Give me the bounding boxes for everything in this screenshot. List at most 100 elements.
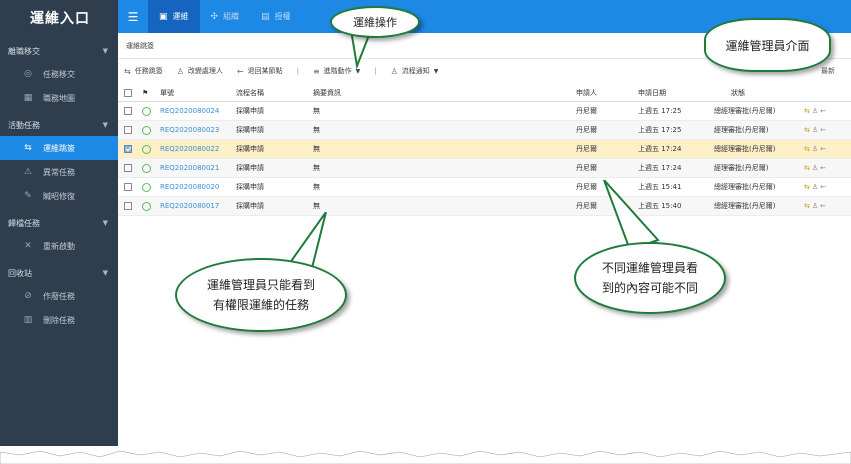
toolbar-label: 退回某節點 bbox=[247, 67, 283, 75]
task-status: 經理審批(丹尼爾) bbox=[714, 126, 769, 134]
row-actions: ⇆ ♙ ← bbox=[804, 159, 828, 177]
arrow-left-icon[interactable]: ← bbox=[820, 183, 828, 191]
user-icon[interactable]: ♙ bbox=[812, 183, 820, 191]
user-icon[interactable]: ♙ bbox=[812, 145, 820, 153]
task-jump-button[interactable]: ⇆ 任務跳簽 bbox=[124, 66, 163, 76]
user-icon: ♙ bbox=[390, 66, 398, 76]
user-icon[interactable]: ♙ bbox=[812, 202, 820, 210]
process-notify-dropdown[interactable]: ♙ 流程通知 ▼ bbox=[391, 66, 439, 76]
summary-info: 無 bbox=[313, 145, 320, 153]
callout-text: 到的內容可能不同 bbox=[601, 281, 698, 295]
task-number-link[interactable]: REQ2020080020 bbox=[160, 178, 219, 196]
task-status: 總經理審批(丹尼爾) bbox=[714, 202, 776, 210]
header-status[interactable]: 狀態 bbox=[731, 84, 745, 101]
callout-difference: 不同運維管理員看 到的內容可能不同 bbox=[574, 242, 726, 314]
menu-icon[interactable]: ☰ bbox=[118, 10, 148, 24]
chevron-down-icon: ▼ bbox=[102, 121, 108, 129]
jump-icon[interactable]: ⇆ bbox=[804, 126, 812, 134]
arrow-left-icon: ← bbox=[236, 66, 244, 76]
jump-icon[interactable]: ⇆ bbox=[804, 107, 812, 115]
sidebar-group-recycle[interactable]: 回收站 ▼ bbox=[0, 262, 118, 284]
sidebar-item-task-handover[interactable]: ◎ 任務移交 bbox=[0, 62, 118, 86]
change-handler-button[interactable]: ♙ 改變處理人 bbox=[177, 66, 223, 76]
refresh-button[interactable]: 最新 bbox=[821, 66, 835, 76]
table-row[interactable]: REQ2020080017 採購申請無丹尼爾 上週五 15:40 總經理審批(丹尼爾)… bbox=[118, 197, 851, 216]
header-no[interactable]: 單號 bbox=[160, 84, 174, 101]
task-number-link[interactable]: REQ2020080022 bbox=[160, 140, 219, 158]
user-icon[interactable]: ♙ bbox=[812, 164, 820, 172]
breadcrumb-label: 運維跳簽 bbox=[126, 41, 154, 50]
sidebar-item-label: 贓昭修復 bbox=[43, 191, 75, 201]
table-row[interactable]: REQ2020080023 採購申請 無 丹尼爾 上週五 17:25 經理審批(丹尼爾) ⇆… bbox=[118, 121, 851, 140]
task-status: 總經理審批(丹尼爾) bbox=[714, 107, 776, 115]
tab-ops[interactable]: ▣ 運維 bbox=[148, 0, 200, 33]
sidebar-item-restart[interactable]: ✕ 重新啟動 bbox=[0, 234, 118, 258]
row-checkbox[interactable] bbox=[124, 159, 132, 177]
applicant: 丹尼爾 bbox=[576, 107, 597, 115]
task-table: ⚑ 單號 流程名稱 摘要資訊 申請人 申請日期 狀態 REQ2020080024… bbox=[118, 84, 851, 216]
sidebar: 運維入口 離職移交 ▼ ◎ 任務移交 ▦ 職務地圖 活動任務 ▼ ⇆ 運維跳簽 … bbox=[0, 0, 118, 450]
sidebar-group-label: 歸檔任務 bbox=[8, 218, 40, 228]
sidebar-item-abnormal-tasks[interactable]: ⚠ 異常任務 bbox=[0, 160, 118, 184]
sidebar-group-active-tasks[interactable]: 活動任務 ▼ bbox=[0, 114, 118, 136]
summary-info: 無 bbox=[313, 164, 320, 172]
row-actions: ⇆ ♙ ← bbox=[804, 102, 828, 120]
task-number-link[interactable]: REQ2020080021 bbox=[160, 159, 219, 177]
sidebar-item-label: 重新啟動 bbox=[43, 241, 75, 251]
row-checkbox[interactable] bbox=[124, 178, 132, 196]
user-icon[interactable]: ♙ bbox=[812, 107, 820, 115]
sidebar-item-delete-tasks[interactable]: ▥ 刪除任務 bbox=[0, 308, 118, 332]
sidebar-item-ops-jump[interactable]: ⇆ 運維跳簽 bbox=[0, 136, 118, 160]
task-number-link[interactable]: REQ2020080017 bbox=[160, 197, 219, 215]
arrow-left-icon[interactable]: ← bbox=[820, 126, 828, 134]
toolbar-label: 改變處理人 bbox=[187, 67, 223, 75]
jump-icon[interactable]: ⇆ bbox=[804, 183, 812, 191]
arrow-left-icon[interactable]: ← bbox=[820, 107, 828, 115]
jump-icon[interactable]: ⇆ bbox=[804, 145, 812, 153]
header-process[interactable]: 流程名稱 bbox=[236, 84, 264, 101]
arrow-left-icon[interactable]: ← bbox=[820, 145, 828, 153]
row-actions: ⇆ ♙ ← bbox=[804, 140, 828, 158]
row-checkbox[interactable] bbox=[124, 121, 132, 139]
row-checkbox[interactable] bbox=[124, 102, 132, 120]
task-status: 總經理審批(丹尼爾) bbox=[714, 183, 776, 191]
task-status: 總經理審批(丹尼爾) bbox=[714, 145, 776, 153]
tab-org[interactable]: ✣ 組織 bbox=[200, 0, 251, 33]
header-date[interactable]: 申請日期 bbox=[638, 84, 666, 101]
user-icon[interactable]: ♙ bbox=[812, 126, 820, 134]
task-number-link[interactable]: REQ2020080023 bbox=[160, 121, 219, 139]
table-row[interactable]: REQ2020080020 採購申請無丹尼爾 上週五 15:41 總經理審批(丹尼爾)… bbox=[118, 178, 851, 197]
sidebar-item-void-tasks[interactable]: ⊘ 作廢任務 bbox=[0, 284, 118, 308]
sidebar-group-archived[interactable]: 歸檔任務 ▼ bbox=[0, 212, 118, 234]
row-checkbox[interactable] bbox=[124, 140, 132, 158]
table-row[interactable]: REQ2020080021 採購申請 無 丹尼爾 上週五 17:24 經理審批(丹尼爾) ⇆… bbox=[118, 159, 851, 178]
dashboard-icon: ▣ bbox=[159, 11, 168, 22]
divider: | bbox=[296, 67, 299, 75]
sidebar-group-handover[interactable]: 離職移交 ▼ bbox=[0, 40, 118, 62]
sidebar-item-label: 運維跳簽 bbox=[43, 143, 75, 153]
task-number-link[interactable]: REQ2020080024 bbox=[160, 102, 219, 120]
callout-text: 不同運維管理員看 bbox=[601, 261, 698, 275]
table-row[interactable]: REQ2020080022 採購申請 無 丹尼爾 上週五 17:24 總經理審批(丹尼爾)… bbox=[118, 140, 851, 159]
caret-down-icon: ▼ bbox=[433, 67, 439, 75]
callout-text: 有權限運維的任務 bbox=[212, 298, 309, 312]
header-applicant[interactable]: 申請人 bbox=[576, 84, 597, 101]
sidebar-item-repair[interactable]: ✎ 贓昭修復 bbox=[0, 184, 118, 208]
tab-label: 組織 bbox=[223, 12, 240, 21]
select-all-checkbox[interactable] bbox=[124, 84, 132, 101]
callout-text: 運維管理員介面 bbox=[725, 38, 810, 53]
sidebar-item-label: 異常任務 bbox=[43, 167, 75, 177]
jump-icon[interactable]: ⇆ bbox=[804, 164, 812, 172]
tab-auth[interactable]: ▤ 授權 bbox=[250, 0, 302, 33]
row-checkbox[interactable] bbox=[124, 197, 132, 215]
arrow-left-icon[interactable]: ← bbox=[820, 202, 828, 210]
sidebar-group-label: 回收站 bbox=[8, 268, 32, 278]
auth-icon: ▤ bbox=[261, 11, 270, 22]
jump-icon[interactable]: ⇆ bbox=[804, 202, 812, 210]
return-node-button[interactable]: ← 退回某節點 bbox=[237, 66, 283, 76]
header-summary[interactable]: 摘要資訊 bbox=[313, 84, 341, 101]
arrow-left-icon[interactable]: ← bbox=[820, 164, 828, 172]
table-row[interactable]: REQ2020080024 採購申請 無 丹尼爾 上週五 17:25 總經理審批(丹尼爾)… bbox=[118, 102, 851, 121]
sidebar-item-job-map[interactable]: ▦ 職務地圖 bbox=[0, 86, 118, 110]
chevron-down-icon: ▼ bbox=[102, 269, 108, 277]
